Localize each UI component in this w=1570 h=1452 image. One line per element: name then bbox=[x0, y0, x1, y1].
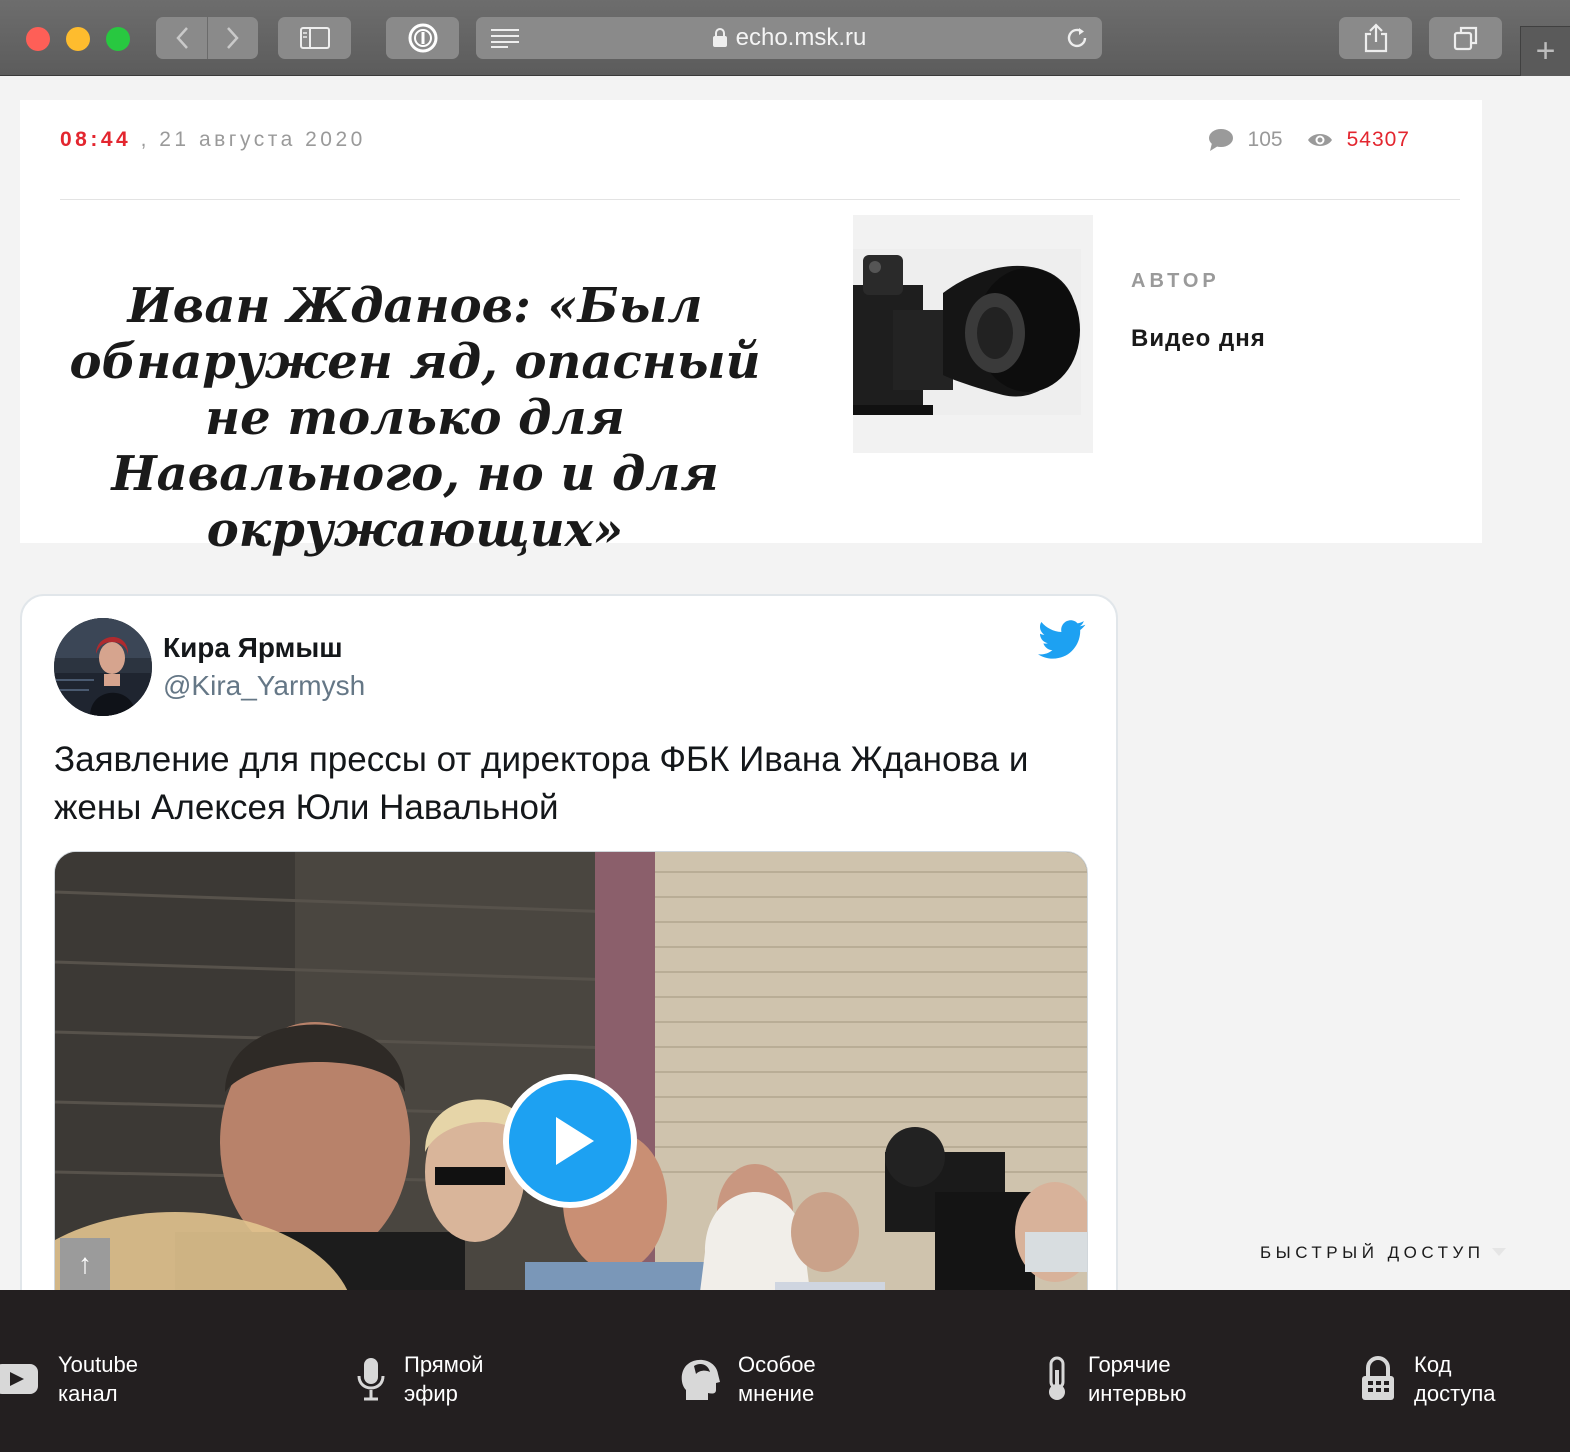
browser-toolbar: echo.msk.ru + bbox=[0, 0, 1570, 76]
twitter-bird-icon[interactable] bbox=[1038, 620, 1086, 660]
header-divider bbox=[60, 199, 1460, 200]
back-button[interactable] bbox=[156, 17, 207, 59]
share-button[interactable] bbox=[1339, 17, 1412, 59]
minimize-window-button[interactable] bbox=[66, 27, 90, 51]
author-label: АВТОР bbox=[1131, 270, 1220, 292]
footer-item-label: Youtube канал bbox=[58, 1352, 138, 1406]
share-icon bbox=[1364, 23, 1387, 53]
comments-icon[interactable] bbox=[1208, 128, 1234, 152]
plus-icon: + bbox=[1535, 32, 1556, 70]
play-button[interactable] bbox=[503, 1074, 637, 1208]
address-bar[interactable]: echo.msk.ru bbox=[476, 17, 1102, 59]
microphone-icon bbox=[356, 1356, 386, 1402]
sidebar-icon bbox=[299, 27, 330, 49]
views-count: 54307 bbox=[1346, 128, 1410, 151]
article-stats: 105 54307 bbox=[1208, 128, 1410, 152]
article-headline: Иван Жданов: «Был обнаружен яд, опасный … bbox=[69, 278, 761, 558]
footer-item-opinion[interactable]: Особое мнение bbox=[680, 1350, 816, 1408]
comments-count[interactable]: 105 bbox=[1248, 128, 1283, 152]
footer-item-youtube[interactable]: Youtube канал bbox=[0, 1350, 138, 1408]
sidebar-toggle-button[interactable] bbox=[278, 17, 351, 59]
youtube-icon bbox=[0, 1362, 40, 1396]
tweet-author-name[interactable]: Кира Ярмыш bbox=[163, 632, 343, 664]
author-name[interactable]: Видео дня bbox=[1131, 325, 1266, 353]
password-manager-icon bbox=[408, 23, 437, 53]
footer-item-access-code[interactable]: Код доступа bbox=[1360, 1350, 1496, 1408]
meta-separator: , bbox=[140, 128, 150, 151]
lock-icon bbox=[712, 28, 727, 47]
new-tab-button[interactable]: + bbox=[1520, 26, 1570, 76]
close-window-button[interactable] bbox=[26, 27, 50, 51]
article-time: 08:44 bbox=[60, 128, 132, 151]
tabs-icon bbox=[1453, 26, 1477, 51]
footer-item-label: Прямой эфир bbox=[404, 1352, 484, 1406]
thermometer-icon bbox=[1044, 1356, 1070, 1402]
video-camera-image bbox=[853, 249, 1081, 415]
tab-overview-button[interactable] bbox=[1429, 17, 1502, 59]
avatar[interactable] bbox=[54, 618, 152, 716]
embedded-tweet[interactable]: Кира Ярмыш @Kira_Yarmysh Заявление для п… bbox=[20, 594, 1118, 1314]
article-header: 08:44 , 21 августа 2020 105 54307 Иван Ж… bbox=[20, 100, 1482, 558]
arrow-up-icon: ↑ bbox=[78, 1248, 92, 1279]
eye-icon bbox=[1307, 134, 1332, 146]
chevron-left-icon bbox=[175, 27, 188, 49]
tweet-handle[interactable]: @Kira_Yarmysh bbox=[163, 670, 365, 702]
article-meta: 08:44 , 21 августа 2020 bbox=[60, 128, 366, 152]
footer-item-label: Особое мнение bbox=[738, 1352, 816, 1406]
footer-bar: Youtube канал Прямой эфир Особое мнение … bbox=[0, 1290, 1570, 1452]
tweet-text: Заявление для прессы от директора ФБК Ив… bbox=[54, 740, 1029, 827]
head-profile-icon bbox=[680, 1356, 720, 1402]
chevron-right-icon bbox=[227, 27, 239, 49]
zoom-window-button[interactable] bbox=[106, 27, 130, 51]
author-photo bbox=[853, 215, 1093, 453]
password-manager-button[interactable] bbox=[386, 17, 459, 59]
article-date: 21 августа 2020 bbox=[159, 128, 366, 151]
quick-access-toggle[interactable]: БЫСТРЫЙ ДОСТУП bbox=[1260, 1243, 1484, 1263]
forward-button[interactable] bbox=[207, 17, 258, 59]
play-icon bbox=[556, 1117, 594, 1165]
url-text: echo.msk.ru bbox=[735, 24, 867, 51]
footer-item-label: Код доступа bbox=[1414, 1352, 1496, 1406]
footer-item-live[interactable]: Прямой эфир bbox=[356, 1350, 483, 1408]
reload-icon[interactable] bbox=[1064, 25, 1090, 51]
tweet-video[interactable] bbox=[54, 851, 1088, 1312]
footer-item-label: Горячие интервью bbox=[1088, 1352, 1187, 1406]
avatar-image bbox=[54, 618, 152, 716]
scroll-to-top-button[interactable]: ↑ bbox=[60, 1238, 110, 1290]
navigation-buttons bbox=[156, 17, 258, 59]
reader-view-icon[interactable] bbox=[490, 28, 520, 48]
padlock-icon bbox=[1360, 1356, 1396, 1402]
footer-item-interviews[interactable]: Горячие интервью bbox=[1044, 1350, 1186, 1408]
caret-down-icon[interactable] bbox=[1492, 1248, 1506, 1256]
